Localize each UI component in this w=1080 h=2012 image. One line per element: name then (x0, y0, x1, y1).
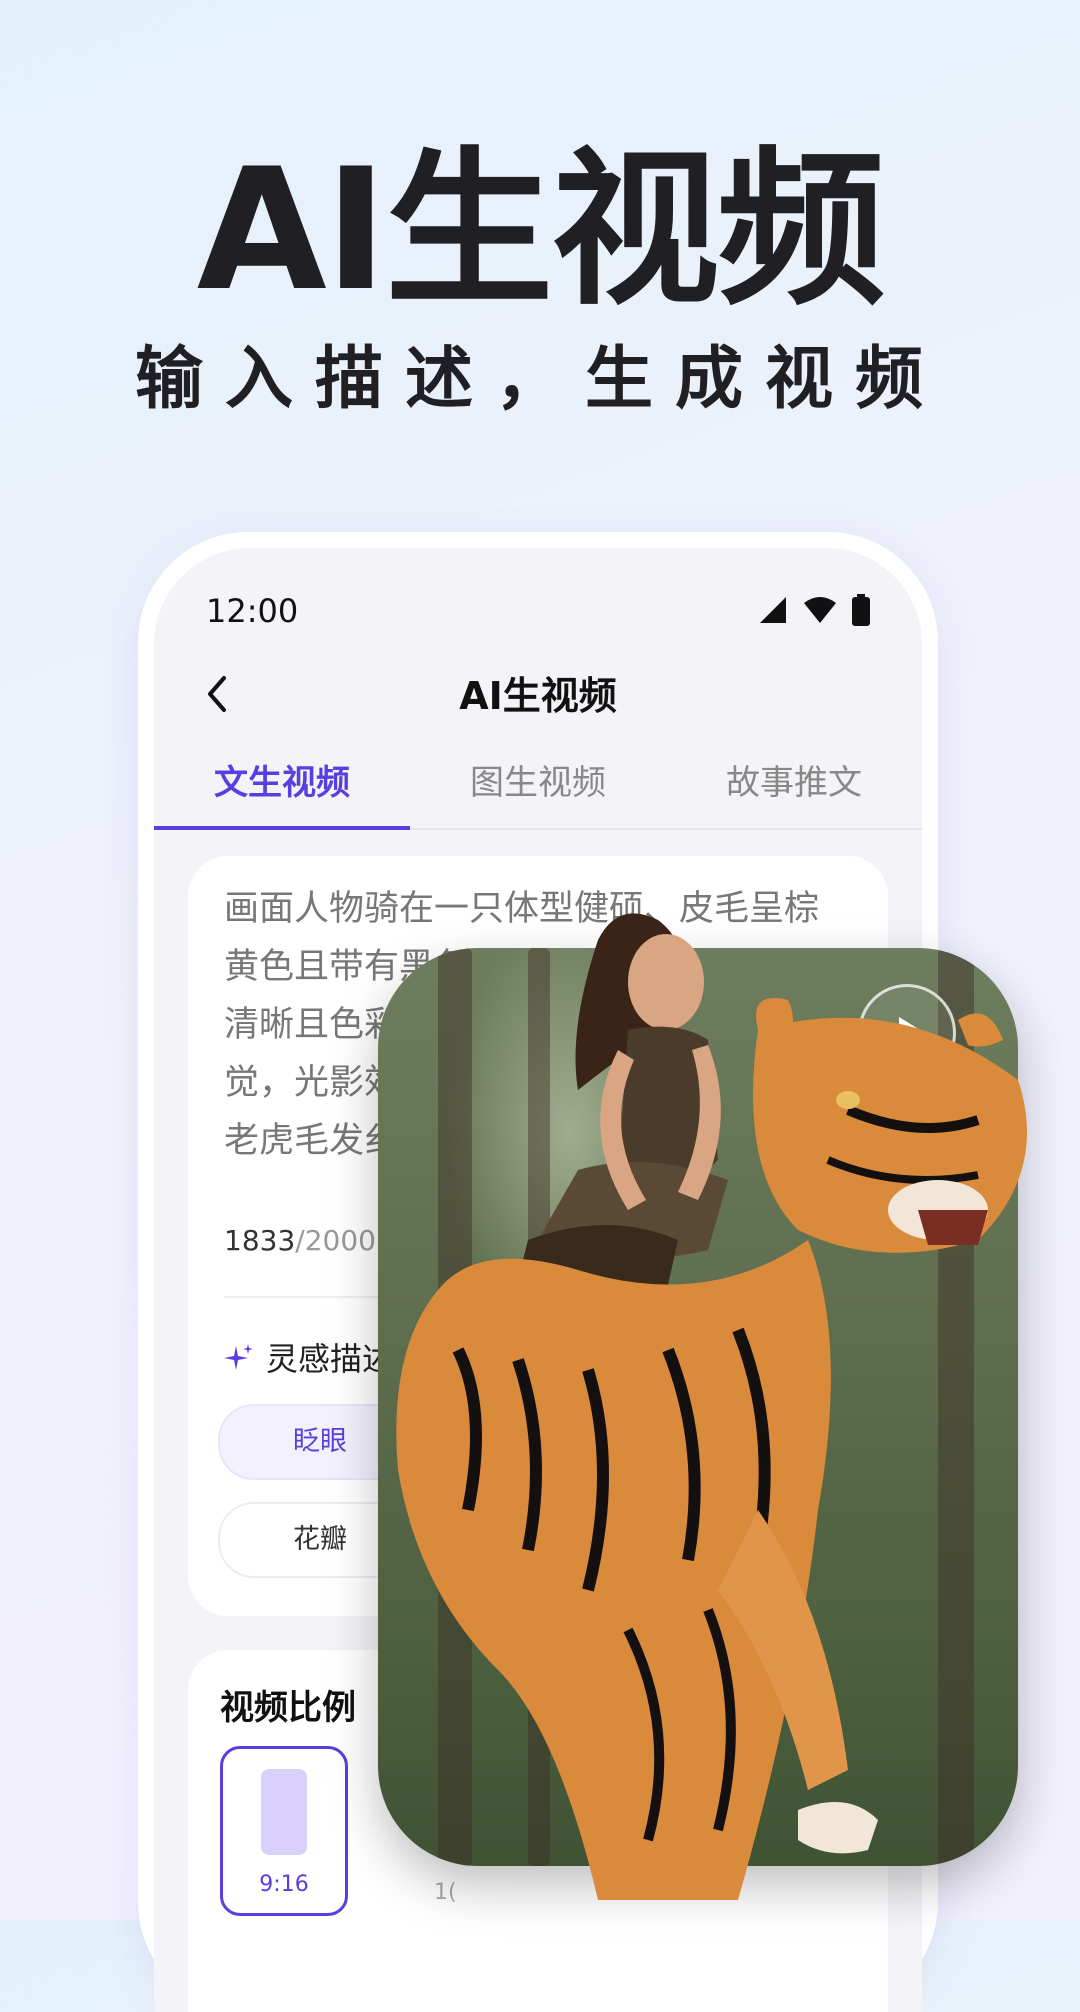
sparkle-icon (224, 1344, 253, 1370)
status-icons (758, 594, 870, 626)
tab-text-to-video[interactable]: 文生视频 (154, 748, 410, 830)
status-bar: 12:00 (206, 586, 870, 636)
tab-image-to-video[interactable]: 图生视频 (410, 748, 666, 828)
nav-title: AI生视频 (459, 674, 617, 718)
wifi-icon (804, 597, 836, 623)
inspiration-header: 灵感描述 (224, 1334, 394, 1380)
char-limit: /2000 (295, 1224, 376, 1257)
promo-subtitle: 输入描述，生成视频 (134, 340, 945, 419)
signal-icon (760, 597, 786, 623)
battery-icon (852, 594, 870, 626)
char-counter: 1833/2000 (224, 1224, 376, 1257)
ratio-option-label: 9:16 (259, 1872, 309, 1897)
char-count: 1833 (224, 1224, 296, 1257)
portrait-shape-icon (261, 1769, 307, 1855)
tab-story[interactable]: 故事推文 (666, 748, 922, 828)
promo-title: AI生视频 (196, 132, 886, 328)
nav-bar: AI生视频 (154, 656, 922, 736)
tab-bar: 文生视频 图生视频 故事推文 (154, 748, 922, 830)
tiger-rider-illustration (396, 913, 1027, 1900)
ratio-option-9-16[interactable]: 9:16 (220, 1746, 348, 1916)
inspiration-label: 灵感描述 (266, 1340, 395, 1378)
status-time: 12:00 (206, 592, 299, 630)
ratio-title: 视频比例 (220, 1688, 356, 1728)
